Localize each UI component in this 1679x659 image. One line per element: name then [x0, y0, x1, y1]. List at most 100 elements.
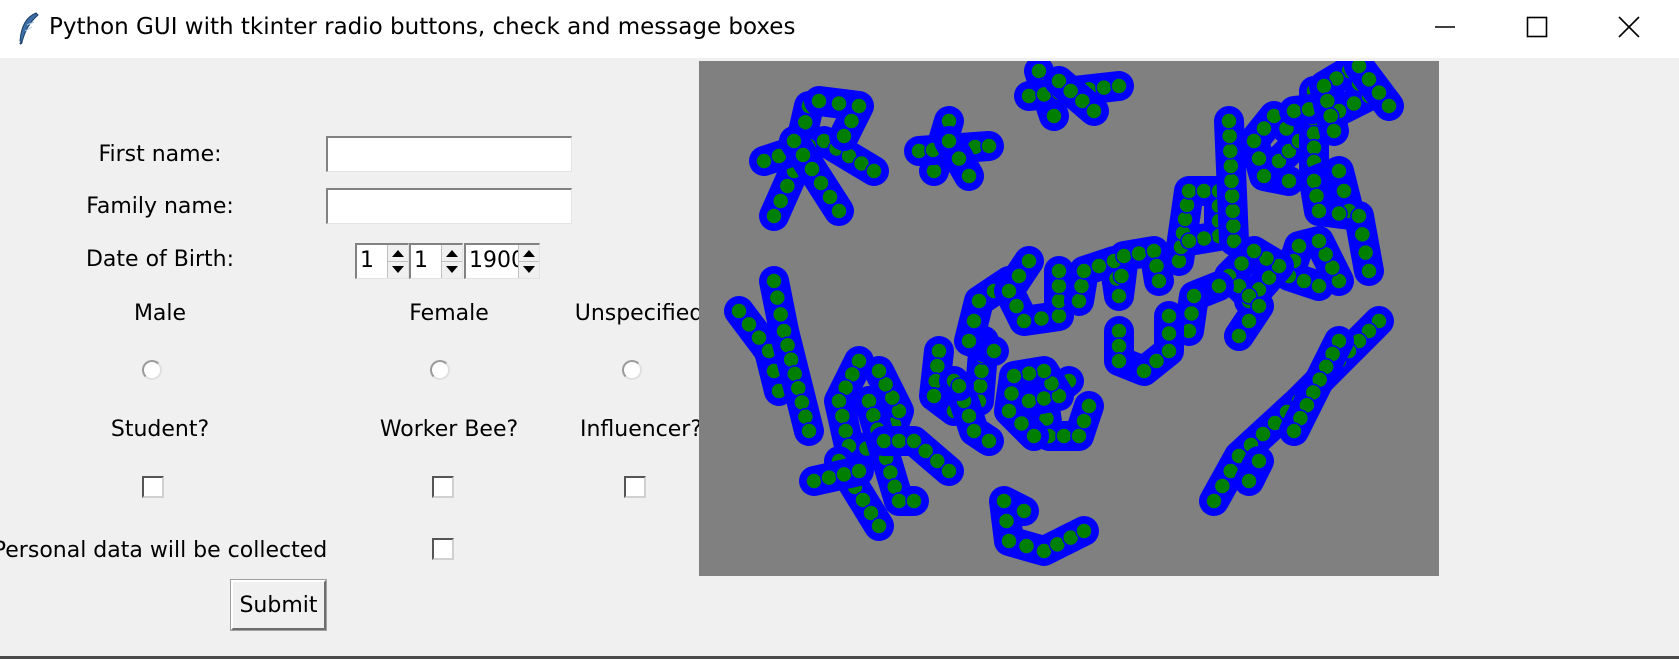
stroke-dot	[1224, 202, 1242, 220]
stroke-dot	[1370, 83, 1388, 102]
influencer-label: Influencer?	[579, 417, 703, 442]
stroke-dot	[1245, 242, 1263, 260]
stroke-dot	[1070, 427, 1088, 445]
stroke-dot	[864, 406, 883, 425]
stroke-dot	[1307, 187, 1326, 205]
stroke-dot	[805, 472, 823, 490]
title-bar: Python GUI with tkinter radio buttons, c…	[0, 0, 1679, 58]
stroke-dot	[1224, 217, 1243, 235]
family-name-label: Family name:	[86, 194, 234, 219]
stroke-dot	[842, 112, 861, 130]
stroke-dot	[1055, 427, 1073, 445]
stroke-dot	[1145, 242, 1163, 260]
stroke-dot	[1020, 252, 1038, 270]
family-name-input[interactable]	[326, 188, 572, 224]
stroke-dot	[785, 365, 804, 383]
spin-up-button[interactable]	[388, 245, 408, 262]
stroke-dot	[835, 127, 853, 145]
stroke-dot	[960, 167, 978, 185]
stroke-dot	[778, 177, 797, 195]
arrow-down-icon	[392, 265, 404, 273]
stroke-dot	[1330, 204, 1348, 223]
stroke-dot	[865, 162, 883, 180]
stroke-dot	[750, 328, 768, 347]
stroke-dot	[796, 407, 815, 426]
stroke-dot	[1050, 277, 1068, 295]
stroke-dot	[765, 207, 783, 225]
stroke-dot	[820, 468, 838, 487]
stroke-dot	[1075, 262, 1093, 280]
close-icon	[1618, 16, 1640, 38]
stroke-dot	[1000, 282, 1018, 300]
stroke-dot	[940, 132, 958, 150]
dob-year-value: 1900	[469, 248, 525, 273]
maximize-button[interactable]	[1491, 0, 1583, 54]
close-button[interactable]	[1583, 0, 1675, 54]
dob-year-spinbox[interactable]: 1900	[464, 243, 540, 279]
spin-down-button[interactable]	[519, 261, 539, 277]
arrow-up-icon	[523, 249, 535, 257]
stroke-dot	[1080, 397, 1098, 415]
stroke-dot	[965, 422, 983, 440]
submit-button[interactable]: Submit	[230, 579, 327, 631]
stroke-dot	[789, 379, 808, 397]
stroke-dot	[1240, 312, 1258, 330]
stroke-dot	[950, 377, 968, 395]
stroke-dot	[1240, 472, 1258, 490]
stroke-dot	[1015, 502, 1033, 520]
gender-male-radio[interactable]	[142, 360, 162, 380]
stroke-dot	[1255, 167, 1273, 185]
spin-up-button[interactable]	[519, 245, 539, 262]
stroke-dot	[1025, 427, 1043, 445]
stroke-dot	[1325, 122, 1343, 140]
stroke-dot	[1360, 262, 1378, 280]
stroke-dot	[1000, 532, 1018, 550]
stroke-dot	[1350, 207, 1368, 225]
first-name-label: First name:	[98, 142, 222, 167]
arrow-up-icon	[392, 249, 404, 257]
stroke-dot	[833, 407, 852, 425]
stroke-dot	[1335, 182, 1353, 200]
consent-checkbox[interactable]	[432, 538, 454, 560]
stroke-dot	[890, 492, 908, 510]
stroke-dot	[1075, 412, 1093, 430]
drawing-canvas[interactable]	[699, 61, 1439, 576]
stroke-dot	[1315, 77, 1333, 95]
stroke-dot	[980, 137, 998, 155]
stroke-dot	[1290, 237, 1308, 255]
stroke-dot	[960, 332, 978, 350]
stroke-dot	[870, 517, 888, 535]
dob-day-spinbox[interactable]: 1	[355, 243, 409, 279]
spin-down-button[interactable]	[388, 261, 408, 277]
stroke-dot	[1095, 78, 1113, 97]
stroke-dot	[1002, 384, 1021, 403]
influencer-checkbox[interactable]	[624, 476, 646, 498]
stroke-dot	[1353, 225, 1372, 244]
stroke-dot	[972, 362, 991, 380]
dob-day-value: 1	[360, 248, 374, 273]
stroke-dot	[800, 422, 818, 440]
stroke-dot	[1185, 287, 1203, 305]
stroke-dot	[1245, 132, 1263, 150]
worker-bee-label: Worker Bee?	[379, 417, 519, 442]
spin-down-button[interactable]	[442, 261, 462, 277]
dob-month-spinbox[interactable]: 1	[409, 243, 463, 279]
stroke-dot	[785, 132, 803, 150]
consent-label: Personal data will be collected	[0, 538, 328, 563]
gender-female-radio[interactable]	[430, 360, 450, 380]
gender-unspecified-radio[interactable]	[622, 360, 642, 380]
stroke-dot	[881, 463, 900, 482]
stroke-dot	[950, 149, 968, 168]
worker-bee-checkbox[interactable]	[432, 476, 454, 498]
stroke-dot	[1213, 477, 1232, 495]
stroke-dot	[803, 160, 821, 178]
stroke-dot	[925, 387, 943, 405]
stroke-dot	[1318, 92, 1337, 110]
stroke-dot	[1035, 389, 1053, 408]
spin-up-button[interactable]	[442, 245, 462, 262]
first-name-input[interactable]	[326, 136, 572, 172]
stroke-dot	[1017, 537, 1036, 555]
minimize-button[interactable]	[1399, 0, 1491, 54]
stroke-dot	[1147, 257, 1166, 275]
student-checkbox[interactable]	[142, 476, 164, 498]
